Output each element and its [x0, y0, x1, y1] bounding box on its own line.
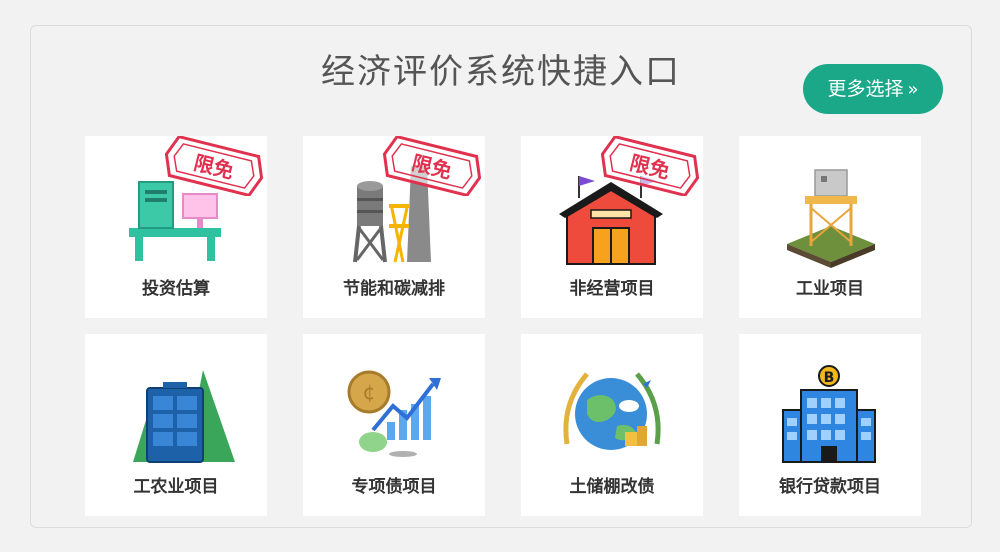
entry-card-land-reserve-bond[interactable]: 土储棚改债	[521, 334, 703, 516]
svg-text:B: B	[824, 370, 835, 386]
bank-building-icon: B	[782, 365, 876, 463]
entry-card-label: 工业项目	[796, 279, 864, 299]
entry-card-label: 土储棚改债	[569, 477, 655, 497]
more-options-button[interactable]: 更多选择»	[803, 64, 943, 114]
entry-card-industrial[interactable]: 工业项目	[739, 136, 921, 318]
entry-card-label: 工农业项目	[133, 477, 219, 497]
entry-card-label: 非经营项目	[569, 279, 655, 299]
coin-growth-chart-icon: ¢	[347, 370, 441, 457]
entry-card-special-bond[interactable]: ¢ 专项债项目	[303, 334, 485, 516]
solar-panel-trees-icon	[133, 370, 235, 463]
entry-card-bank-loan[interactable]: B 银行贷款项目	[739, 334, 921, 516]
entry-card-investment-estimate[interactable]: 限免 投资估算	[85, 136, 267, 318]
free-stamp-icon: 限免	[600, 136, 700, 196]
double-chevron-right-icon: »	[907, 79, 919, 100]
entry-card-energy-carbon[interactable]: 限免 节能和碳减排	[303, 136, 485, 318]
entry-card-label: 专项债项目	[351, 477, 437, 497]
entry-card-label: 银行贷款项目	[779, 477, 881, 497]
svg-text:¢: ¢	[363, 380, 376, 404]
entry-card-label: 投资估算	[142, 279, 210, 299]
free-stamp-icon: 限免	[164, 136, 264, 196]
entry-card-agri-industrial[interactable]: 工农业项目	[85, 334, 267, 516]
free-stamp-icon: 限免	[382, 136, 482, 196]
globe-wheat-icon	[563, 372, 661, 450]
water-tower-icon	[787, 169, 875, 268]
more-options-label: 更多选择	[827, 78, 904, 100]
entry-card-label: 节能和碳减排	[343, 279, 445, 299]
entry-grid: 限免 投资估算 限免 节能和碳减排 限免 非经营项目 工业项目 工农业项目 ¢ …	[85, 136, 921, 518]
quick-entry-panel: 经济评价系统快捷入口 更多选择» 限免 投资估算 限免 节能和碳减排 限免 非经…	[30, 25, 972, 528]
entry-card-non-operating[interactable]: 限免 非经营项目	[521, 136, 703, 318]
